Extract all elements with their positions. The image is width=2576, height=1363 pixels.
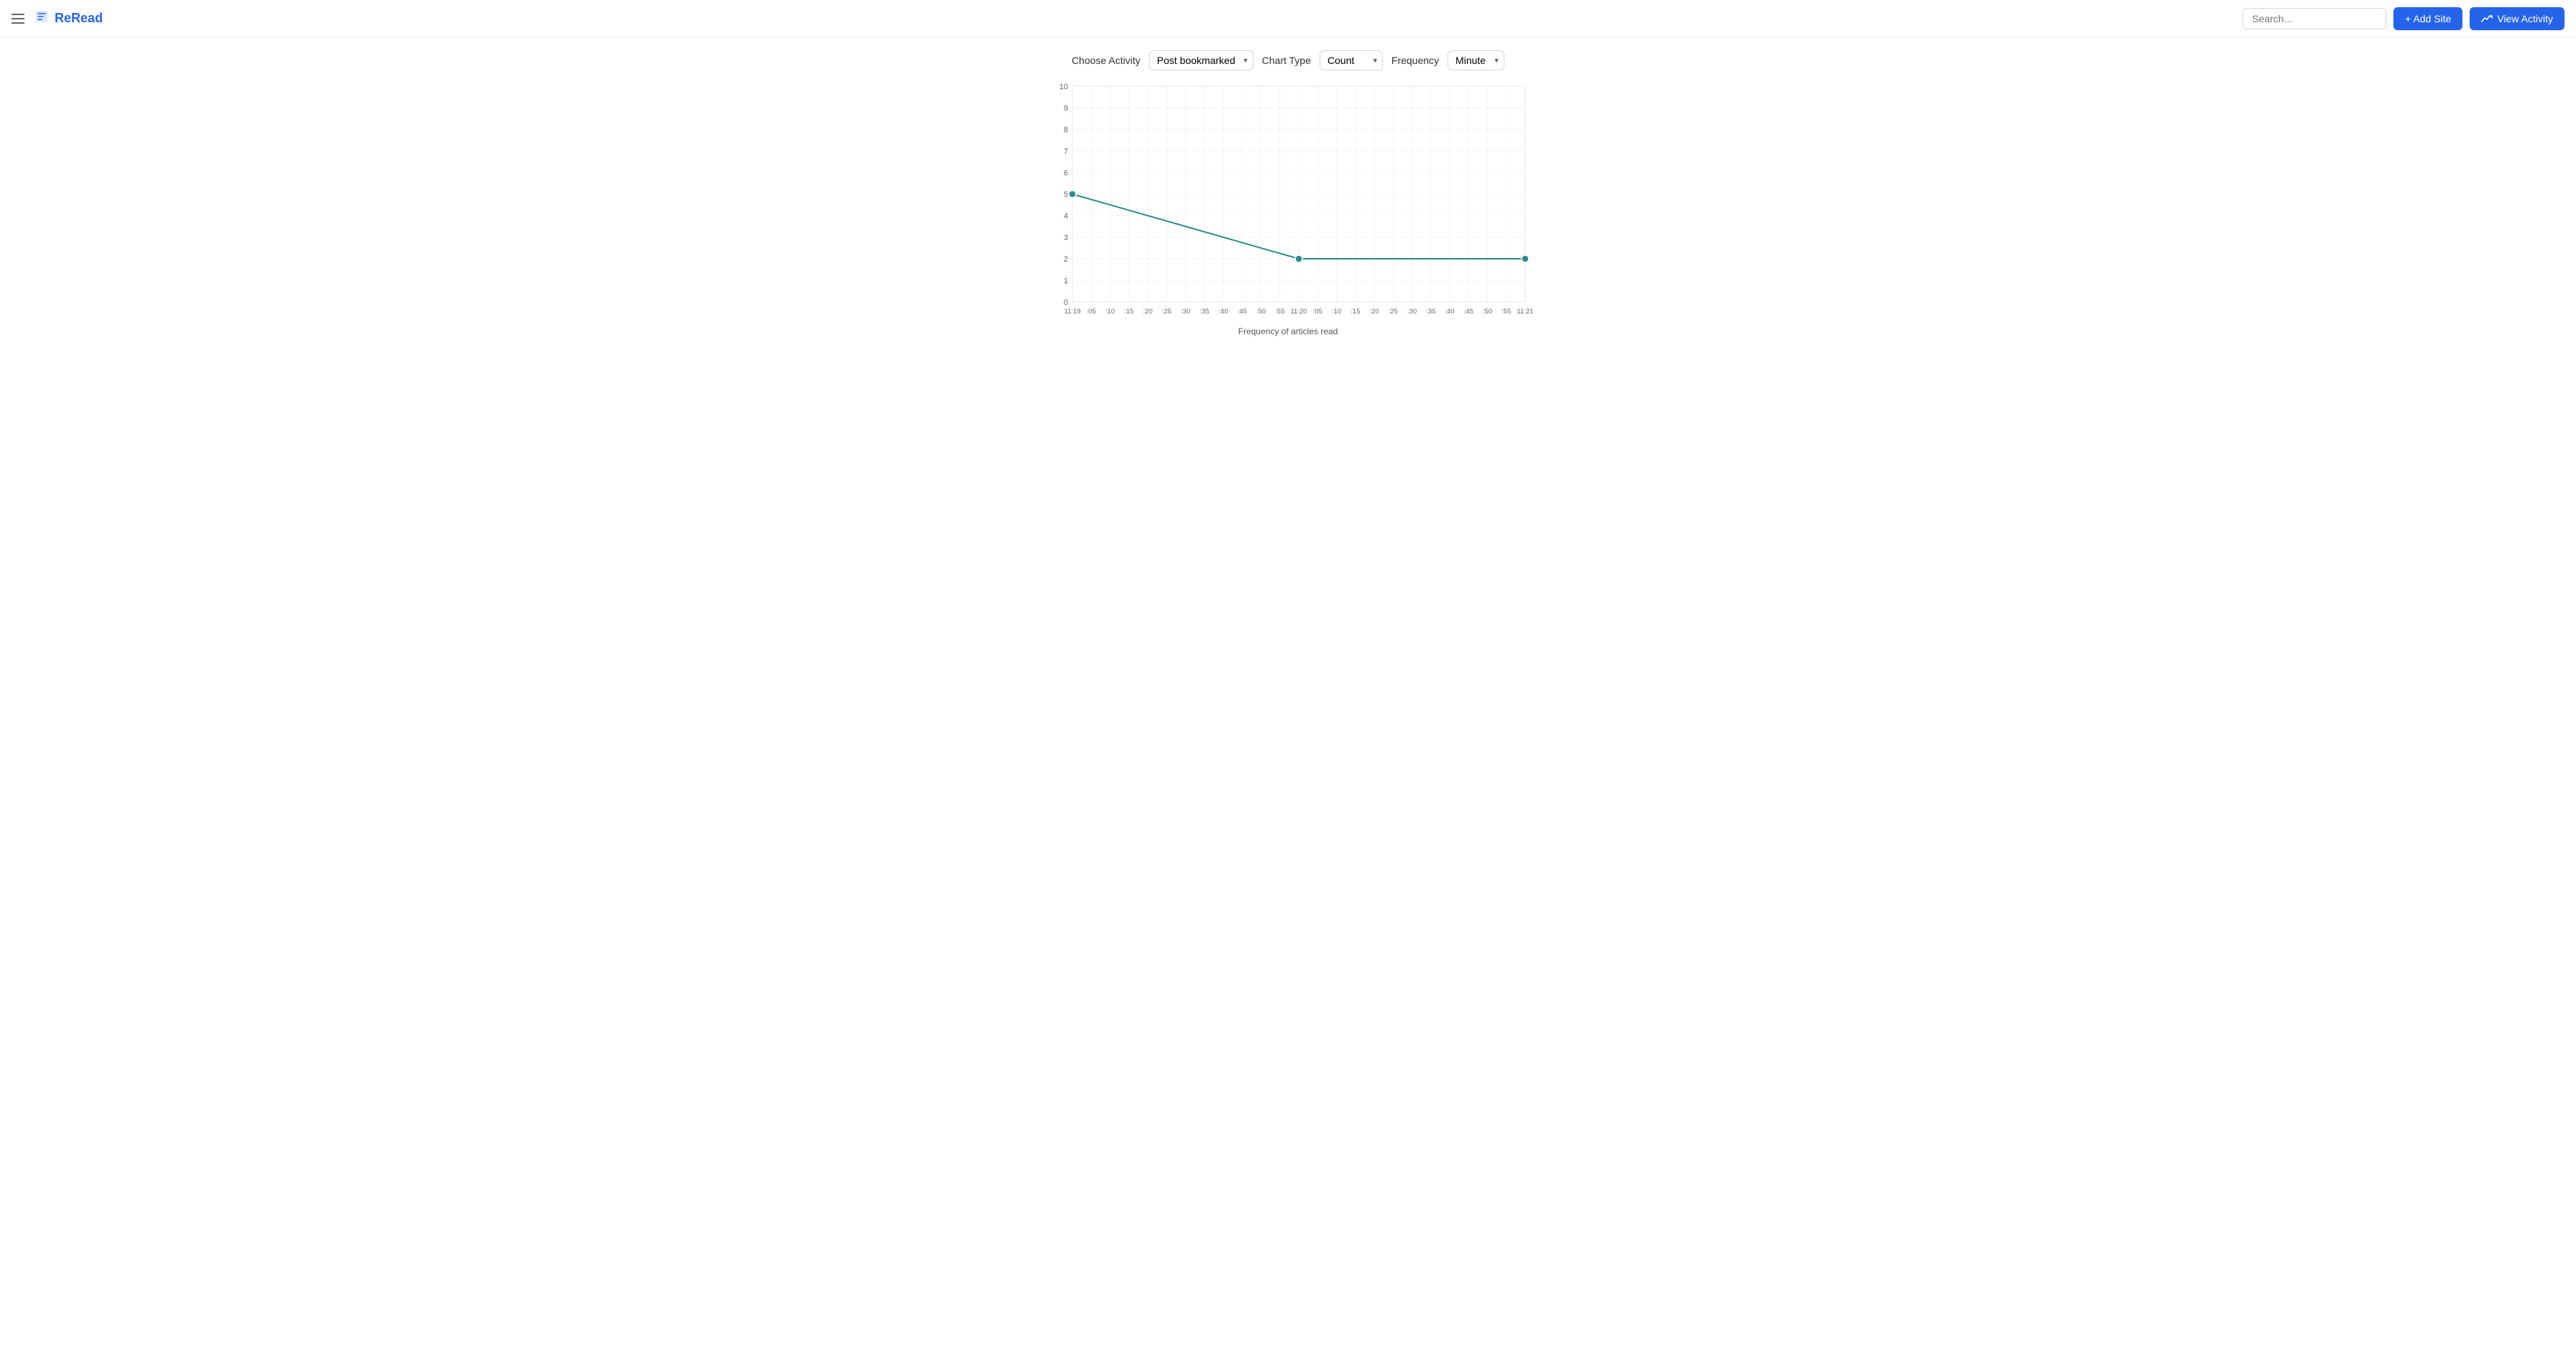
svg-text:1: 1 bbox=[1064, 277, 1068, 285]
data-point-1 bbox=[1295, 255, 1302, 262]
chart-wrapper: 10 9 8 7 6 5 4 3 2 1 0 11:19 : bbox=[1044, 79, 1532, 336]
svg-text:7: 7 bbox=[1064, 147, 1068, 156]
svg-text::25: :25 bbox=[1162, 308, 1172, 316]
svg-text:6: 6 bbox=[1064, 169, 1068, 178]
svg-text::10: :10 bbox=[1105, 308, 1115, 316]
choose-activity-label: Choose Activity bbox=[1072, 55, 1141, 66]
header-left: ReRead bbox=[12, 9, 103, 27]
svg-text::50: :50 bbox=[1483, 308, 1492, 316]
svg-text::45: :45 bbox=[1464, 308, 1473, 316]
svg-text::50: :50 bbox=[1256, 308, 1266, 316]
svg-text::45: :45 bbox=[1238, 308, 1247, 316]
data-point-0 bbox=[1069, 191, 1076, 198]
sidebar-toggle[interactable] bbox=[12, 10, 29, 27]
header-right: + Add Site View Activity bbox=[2242, 7, 2564, 30]
svg-text:4: 4 bbox=[1064, 212, 1068, 221]
svg-text::05: :05 bbox=[1313, 308, 1322, 316]
logo-icon bbox=[34, 9, 49, 27]
frequency-select[interactable]: Minute Hour Day bbox=[1448, 50, 1504, 70]
frequency-select-wrapper: Minute Hour Day bbox=[1448, 50, 1504, 70]
search-input[interactable] bbox=[2242, 8, 2386, 29]
svg-text:11:19: 11:19 bbox=[1064, 308, 1080, 316]
svg-text::20: :20 bbox=[1143, 308, 1152, 316]
svg-text::05: :05 bbox=[1087, 308, 1096, 316]
svg-text:0: 0 bbox=[1064, 298, 1068, 307]
brand-name: ReRead bbox=[55, 11, 103, 26]
svg-text::15: :15 bbox=[1351, 308, 1360, 316]
line-chart: 10 9 8 7 6 5 4 3 2 1 0 11:19 : bbox=[1044, 79, 1532, 323]
svg-text::30: :30 bbox=[1181, 308, 1190, 316]
activity-select-wrapper: Post bookmarked Post read Post saved bbox=[1149, 50, 1254, 70]
svg-text::10: :10 bbox=[1332, 308, 1341, 316]
chart-container: 10 9 8 7 6 5 4 3 2 1 0 11:19 : bbox=[0, 79, 2576, 336]
svg-text:3: 3 bbox=[1064, 234, 1068, 242]
activity-icon bbox=[2481, 13, 2493, 24]
add-site-button[interactable]: + Add Site bbox=[2393, 7, 2462, 30]
svg-text::15: :15 bbox=[1124, 308, 1133, 316]
chart-type-label: Chart Type bbox=[1262, 55, 1311, 66]
svg-text::40: :40 bbox=[1445, 308, 1454, 316]
svg-text:11:21: 11:21 bbox=[1517, 308, 1532, 316]
activity-select[interactable]: Post bookmarked Post read Post saved bbox=[1149, 50, 1254, 70]
svg-text:2: 2 bbox=[1064, 255, 1068, 264]
svg-text::25: :25 bbox=[1389, 308, 1398, 316]
svg-text::35: :35 bbox=[1200, 308, 1209, 316]
svg-text::55: :55 bbox=[1275, 308, 1284, 316]
svg-text:5: 5 bbox=[1064, 191, 1068, 199]
svg-text:8: 8 bbox=[1064, 126, 1068, 134]
svg-text::20: :20 bbox=[1369, 308, 1379, 316]
svg-text:9: 9 bbox=[1064, 104, 1068, 113]
chart-type-select[interactable]: Count Average Sum bbox=[1320, 50, 1383, 70]
svg-text::35: :35 bbox=[1426, 308, 1435, 316]
svg-text::40: :40 bbox=[1218, 308, 1228, 316]
svg-text:10: 10 bbox=[1059, 83, 1068, 91]
svg-text::55: :55 bbox=[1501, 308, 1511, 316]
svg-text::30: :30 bbox=[1407, 308, 1417, 316]
frequency-label: Frequency bbox=[1392, 55, 1439, 66]
chart-type-select-wrapper: Count Average Sum bbox=[1320, 50, 1383, 70]
chart-controls: Choose Activity Post bookmarked Post rea… bbox=[0, 37, 2576, 79]
x-axis-label: Frequency of articles read bbox=[1044, 326, 1532, 336]
view-activity-button[interactable]: View Activity bbox=[2470, 7, 2564, 30]
data-point-2 bbox=[1522, 255, 1529, 262]
app-header: ReRead + Add Site View Activity bbox=[0, 0, 2576, 37]
svg-text:11:20: 11:20 bbox=[1290, 308, 1307, 316]
